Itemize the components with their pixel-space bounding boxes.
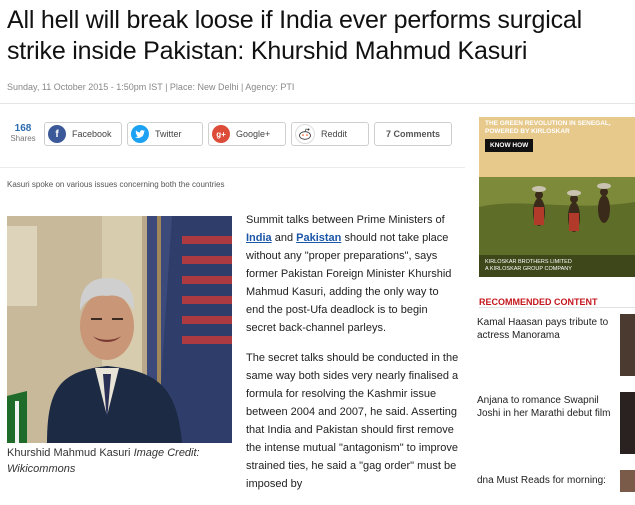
ad-know-how-button[interactable]: KNOW HOW — [485, 139, 534, 152]
ad-title-line: POWERED BY KIRLOSKAR — [485, 128, 570, 135]
article-meta: Sunday, 11 October 2015 - 1:50pm IST | P… — [7, 82, 295, 92]
recommended-thumbnail[interactable] — [620, 392, 635, 454]
reddit-share-button[interactable]: Reddit — [291, 122, 369, 146]
recommended-thumbnail[interactable] — [620, 470, 635, 492]
article-headline: All hell will break loose if India ever … — [7, 6, 582, 65]
googleplus-icon: g+ — [212, 125, 230, 143]
pakistan-link[interactable]: Pakistan — [296, 232, 341, 244]
share-count-label: Shares — [10, 134, 36, 143]
advertisement-banner[interactable]: THE GREEN REVOLUTION IN SENEGAL, POWERED… — [479, 117, 635, 277]
recommended-item[interactable]: Kamal Haasan pays tribute to actress Man… — [477, 316, 617, 342]
article-photo — [7, 216, 232, 443]
recommended-item[interactable]: dna Must Reads for morning: — [477, 474, 617, 487]
ad-brand: KIRLOSKAR BROTHERS LIMITED A KIRLOSKAR G… — [485, 259, 572, 273]
article-summary: Kasuri spoke on various issues concernin… — [7, 180, 225, 189]
body-text-run: Summit talks between Prime Ministers of — [246, 214, 445, 226]
body-paragraph: Summit talks between Prime Ministers of … — [246, 211, 460, 337]
googleplus-label: Google+ — [236, 129, 271, 139]
twitter-label: Twitter — [155, 129, 182, 139]
ad-title: THE GREEN REVOLUTION IN SENEGAL, POWERED… — [485, 120, 635, 136]
recommended-heading: RECOMMENDED CONTENT — [479, 297, 598, 307]
reddit-label: Reddit — [321, 129, 348, 139]
recommended-item[interactable]: Anjana to romance Swapnil Joshi in her M… — [477, 394, 617, 420]
image-caption: Khurshid Mahmud Kasuri Image Credit: Wik… — [7, 445, 232, 477]
body-paragraph: The secret talks should be conducted in … — [246, 352, 459, 490]
share-count: 168 Shares — [7, 123, 39, 144]
reddit-icon — [295, 124, 315, 144]
divider — [479, 307, 635, 308]
divider — [0, 103, 635, 104]
twitter-icon — [131, 125, 149, 143]
facebook-label: Facebook — [72, 129, 112, 139]
facebook-share-button[interactable]: f Facebook — [44, 122, 122, 146]
article-body: Summit talks between Prime Ministers of … — [246, 211, 460, 505]
ad-title-line: THE GREEN REVOLUTION IN SENEGAL, — [485, 120, 611, 127]
comments-button[interactable]: 7 Comments — [374, 122, 452, 146]
body-text-run: and — [271, 232, 297, 244]
india-link[interactable]: India — [246, 232, 272, 244]
facebook-icon: f — [48, 125, 66, 143]
divider — [0, 167, 465, 168]
ad-brand-line: KIRLOSKAR BROTHERS LIMITED — [485, 259, 572, 265]
body-text-run: should not take place without any "prope… — [246, 232, 452, 334]
share-count-number: 168 — [14, 123, 32, 134]
caption-name: Khurshid Mahmud Kasuri — [7, 447, 131, 459]
ad-brand-line: A KIRLOSKAR GROUP COMPANY — [485, 266, 572, 272]
twitter-share-button[interactable]: Twitter — [127, 122, 203, 146]
googleplus-share-button[interactable]: g+ Google+ — [208, 122, 286, 146]
recommended-thumbnail[interactable] — [620, 314, 635, 376]
